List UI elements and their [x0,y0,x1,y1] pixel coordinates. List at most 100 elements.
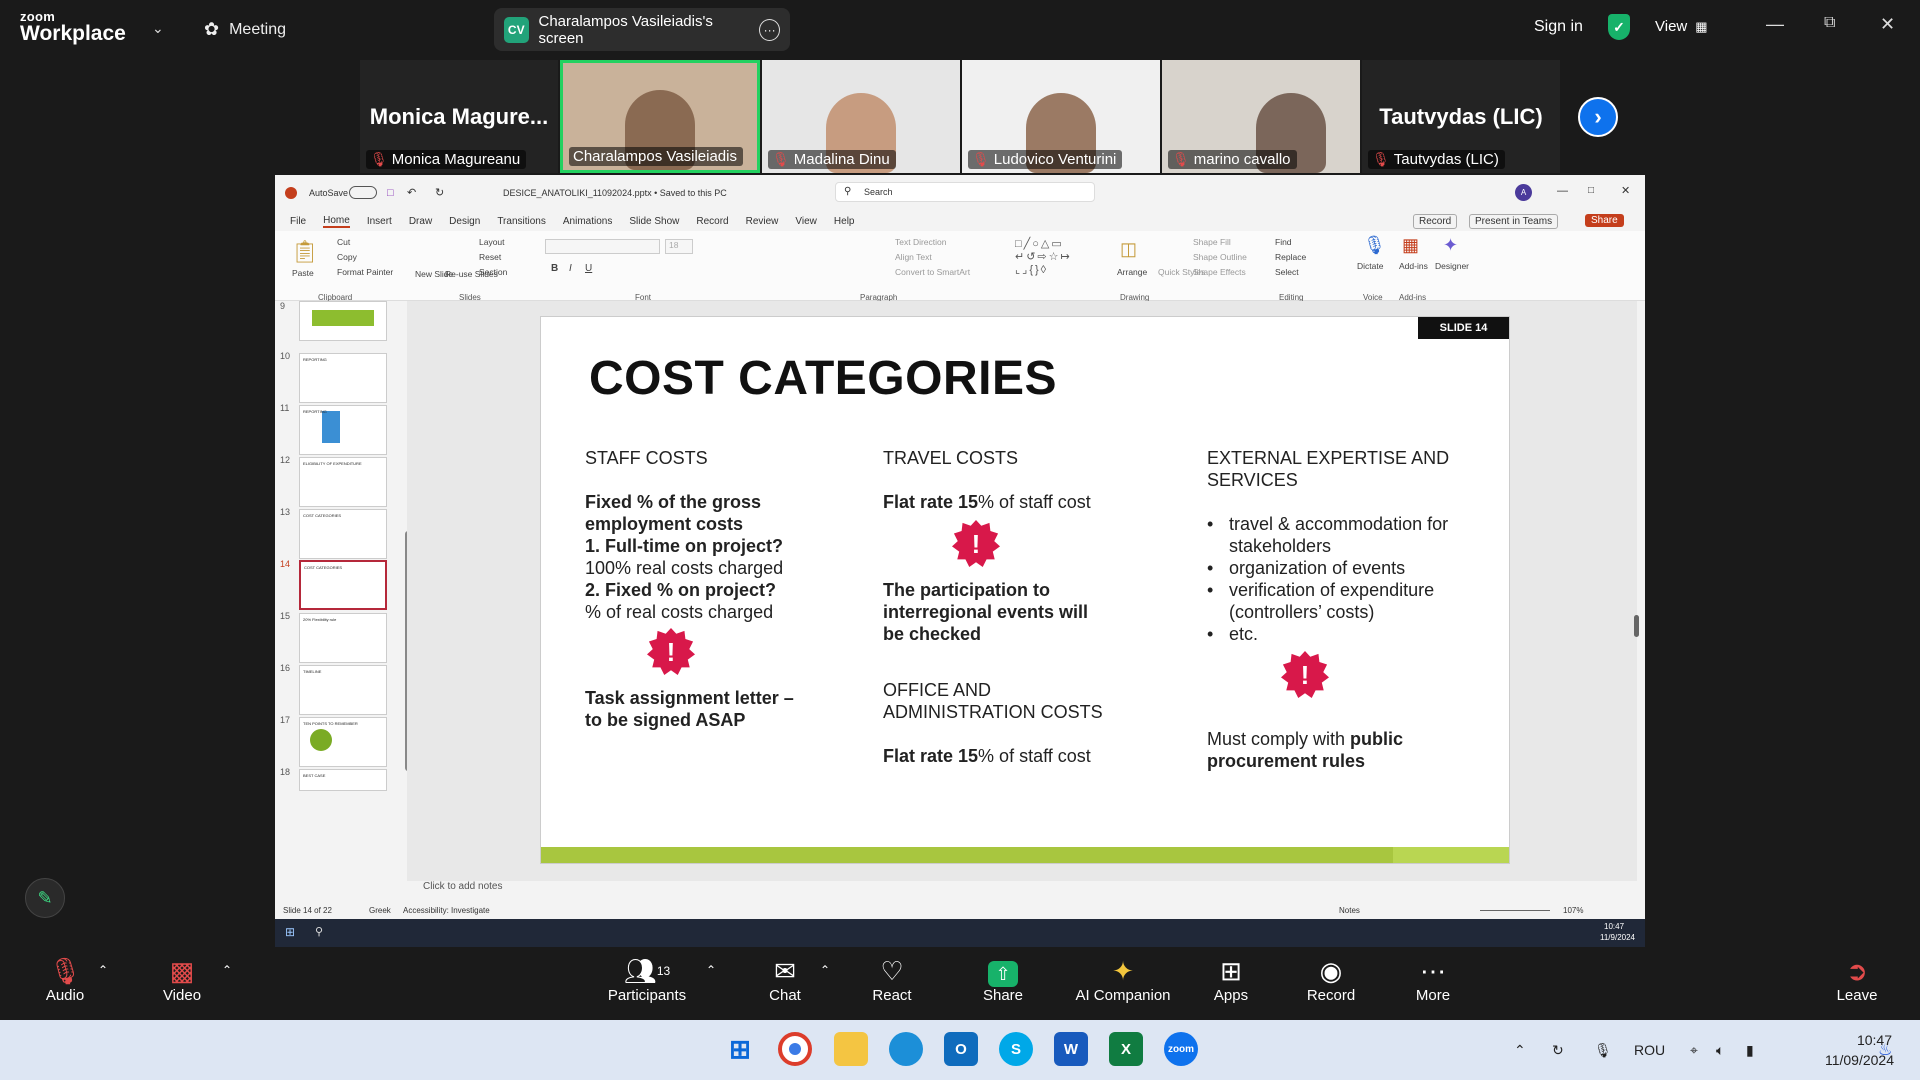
audio-button[interactable]: 🎙︎ Audio [40,955,90,1004]
menu-draw[interactable]: Draw [409,216,432,227]
shape-effects-button[interactable]: Shape Effects [1193,267,1246,277]
minimize-icon[interactable]: — [1766,14,1784,35]
participant-tile[interactable]: 🎙︎ Ludovico Venturini [962,60,1160,173]
menu-animations[interactable]: Animations [563,216,612,227]
record-button[interactable]: ◉ Record [1302,955,1360,1004]
text-direction-button[interactable]: Text Direction [895,237,947,247]
underline-icon[interactable]: U [585,263,592,274]
sign-in-link[interactable]: Sign in [1534,18,1583,36]
video-caret-icon[interactable]: ⌃ [222,963,232,977]
share-button[interactable]: ⇧ Share [978,955,1028,1004]
smartart-button[interactable]: Convert to SmartArt [895,267,970,277]
paste-icon[interactable]: 📋︎ [291,239,319,265]
select-button[interactable]: Select [1275,267,1299,277]
slide-thumbnail[interactable]: BEST CASE [299,769,387,791]
chevron-down-icon[interactable]: ⌄ [152,20,164,37]
slide[interactable]: SLIDE 14 COST CATEGORIES STAFF COSTS Fix… [540,316,1510,864]
share-button[interactable]: Share [1585,214,1624,227]
file-explorer-icon[interactable] [834,1032,868,1066]
file-name[interactable]: DESICE_ANATOLIKI_11092024.pptx • Saved t… [503,188,727,198]
autosave-toggle[interactable] [349,186,377,199]
menu-home[interactable]: Home [323,215,350,228]
ppt-minimize-icon[interactable]: — [1557,185,1568,197]
chat-button[interactable]: ✉ Chat [760,955,810,1004]
align-text-button[interactable]: Align Text [895,252,932,262]
slide-thumbnail[interactable]: ELIGIBILITY OF EXPENDITURE [299,457,387,507]
dictate-label[interactable]: Dictate [1357,261,1383,271]
replace-button[interactable]: Replace [1275,252,1306,262]
arrange-icon[interactable]: ◫ [1120,239,1137,260]
status-accessibility[interactable]: Accessibility: Investigate [403,906,490,915]
more-button[interactable]: ⋯ More [1408,955,1458,1004]
section-button[interactable]: Section [479,267,507,277]
edge-icon[interactable] [889,1032,923,1066]
menu-record[interactable]: Record [696,216,728,227]
restore-icon[interactable]: ⧉ [1824,14,1835,32]
status-language[interactable]: Greek [369,906,391,915]
slide-thumbnail[interactable]: REPORTING [299,353,387,403]
font-name-box[interactable] [545,239,660,254]
format-painter-button[interactable]: Format Painter [337,267,393,277]
participant-tile[interactable]: 🎙︎ Madalina Dinu [762,60,960,173]
video-button[interactable]: ▩ Video [157,955,207,1004]
zoom-level[interactable]: 107% [1563,906,1583,915]
slide-thumbnail-selected[interactable]: COST CATEGORIES [299,560,387,610]
screen-share-pill[interactable]: CV Charalampos Vasileiadis's screen ··· [494,8,790,51]
find-button[interactable]: Find [1275,237,1292,247]
menu-file[interactable]: File [290,216,306,227]
search-box[interactable]: ⚲ Search [835,182,1095,202]
save-icon[interactable]: □ [387,187,394,199]
slide-thumbnail[interactable] [299,301,387,341]
meeting-menu[interactable]: ✿ Meeting [204,19,286,40]
menu-insert[interactable]: Insert [367,216,392,227]
outlook-icon[interactable]: O [944,1032,978,1066]
undo-icon[interactable]: ↶ [407,186,416,199]
microphone-icon[interactable]: 🎙︎ [1363,235,1386,256]
cut-button[interactable]: Cut [337,237,350,247]
notification-bell-icon[interactable]: ♨ [1878,1040,1892,1060]
paste-label[interactable]: Paste [292,268,314,278]
excel-icon[interactable]: X [1109,1032,1143,1066]
leave-button[interactable]: ➲ Leave [1832,955,1882,1004]
reset-button[interactable]: Reset [479,252,501,262]
present-in-teams-button[interactable]: Present in Teams [1469,214,1559,229]
italic-icon[interactable]: I [569,263,572,274]
record-button[interactable]: Record [1413,214,1458,229]
slide-thumbnail[interactable]: 20% Flexibility rule [299,613,387,663]
chat-caret-icon[interactable]: ⌃ [820,963,830,977]
participant-tile[interactable]: Monica Magure... 🎙︎ Monica Magureanu [360,60,558,173]
tray-chevron-icon[interactable]: ⌃ [1514,1042,1526,1059]
ppt-close-icon[interactable]: ✕ [1621,184,1630,197]
input-language[interactable]: ROU [1634,1042,1665,1058]
menu-slide-show[interactable]: Slide Show [629,216,679,227]
menu-review[interactable]: Review [746,216,779,227]
slide-thumbnail[interactable]: REPORTING [299,405,387,455]
zoom-app-icon[interactable]: zoom [1164,1032,1198,1066]
participants-caret-icon[interactable]: ⌃ [706,963,716,977]
word-icon[interactable]: W [1054,1032,1088,1066]
bold-icon[interactable]: B [551,263,558,274]
shapes-gallery[interactable]: □╱○△▭ ↵↺⇨☆↦ ⌞⌟{}◊ [1015,237,1111,279]
layout-button[interactable]: Layout [479,237,505,247]
menu-help[interactable]: Help [834,216,855,227]
participants-button[interactable]: 👥︎13 Participants [604,955,690,1004]
menu-transitions[interactable]: Transitions [497,216,546,227]
audio-caret-icon[interactable]: ⌃ [98,963,108,977]
redo-icon[interactable]: ↻ [435,186,444,199]
add-ins-label[interactable]: Add-ins [1399,261,1428,271]
skype-icon[interactable]: S [999,1032,1033,1066]
notes-placeholder[interactable]: Click to add notes [423,881,503,892]
participant-tile-active[interactable]: Charalampos Vasileiadis [560,60,760,173]
copy-button[interactable]: Copy [337,252,357,262]
designer-label[interactable]: Designer [1435,261,1469,271]
more-options-icon[interactable]: ··· [759,18,780,41]
arrange-label[interactable]: Arrange [1117,267,1147,277]
menu-view[interactable]: View [795,216,817,227]
wifi-icon[interactable]: ⌖ [1690,1042,1698,1059]
react-button[interactable]: ♡ React [867,955,917,1004]
zoom-slider[interactable] [1480,910,1550,911]
notes-toggle[interactable]: Notes [1339,906,1360,915]
slide-thumbnail[interactable]: TEN POINTS TO REMEMBER [299,717,387,767]
ai-companion-button[interactable]: ✦ AI Companion [1072,955,1174,1004]
participant-tile[interactable]: 🎙︎ marino cavallo [1162,60,1360,173]
